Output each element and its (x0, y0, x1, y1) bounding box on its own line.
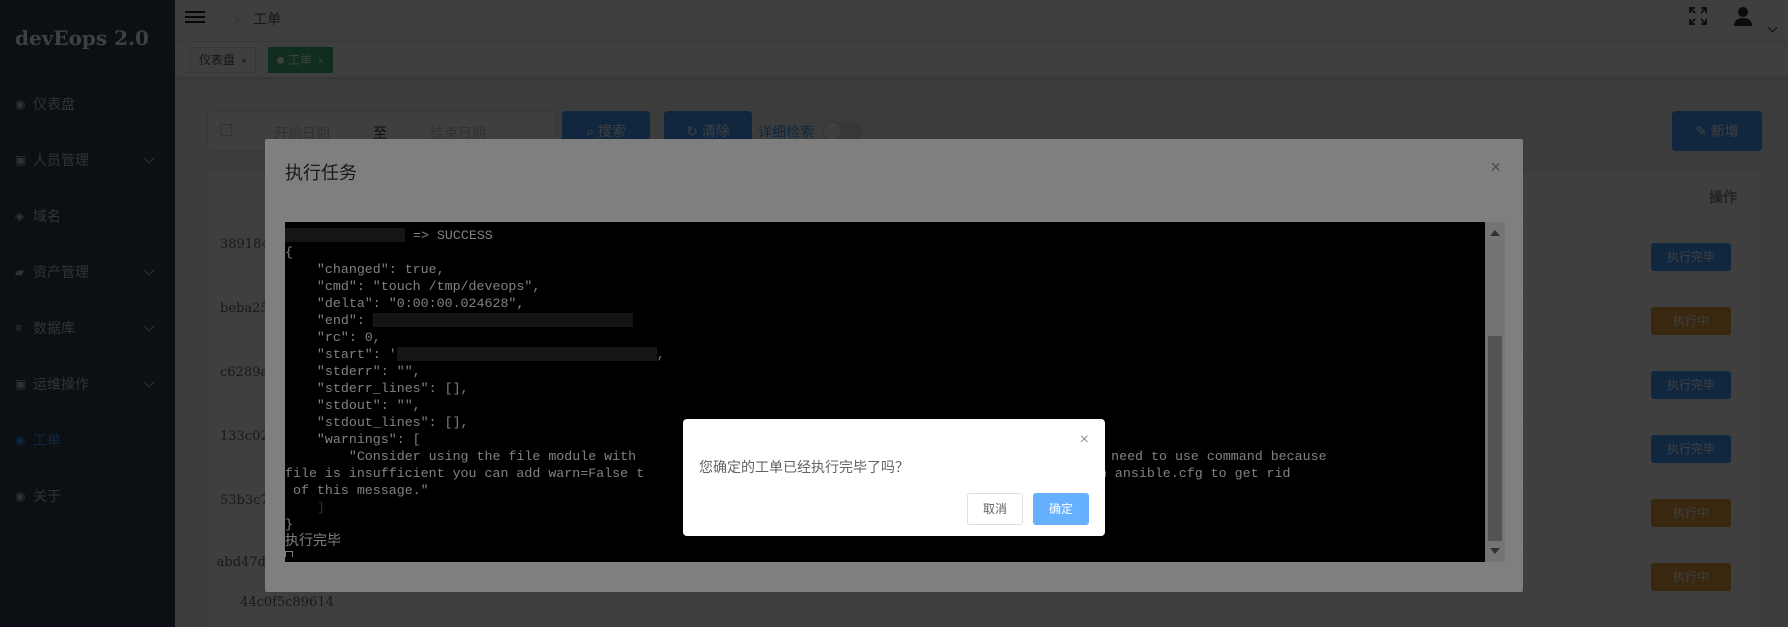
confirm-ok-button[interactable]: 确定 (1033, 493, 1089, 525)
confirm-close-icon[interactable]: × (1080, 431, 1089, 449)
confirm-message: 您确定的工单已经执行完毕了吗？ (699, 459, 909, 475)
cancel-button[interactable]: 取消 (967, 493, 1023, 525)
confirm-dialog: × 您确定的工单已经执行完毕了吗？ 取消 确定 (683, 419, 1105, 536)
